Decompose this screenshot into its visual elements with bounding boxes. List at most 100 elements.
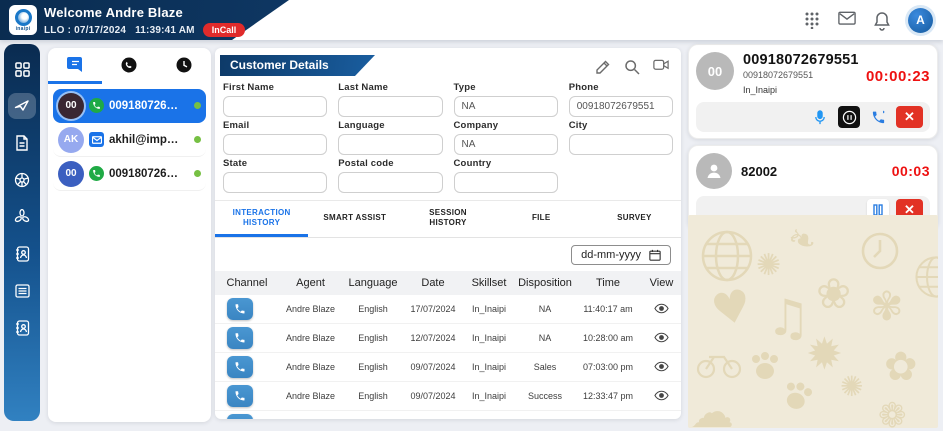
list-item-call-1[interactable]: 00 009180726… xyxy=(53,89,206,123)
flower-doodle-icon: ❀ xyxy=(816,269,852,318)
view-button[interactable] xyxy=(654,332,669,343)
end-call-button[interactable]: ✕ xyxy=(896,106,923,128)
language-input[interactable] xyxy=(338,134,443,155)
postal-code-input[interactable] xyxy=(338,172,443,193)
incall-badge: InCall xyxy=(202,23,246,37)
avatar: AK xyxy=(58,126,84,153)
search-icon[interactable] xyxy=(624,59,640,75)
sidebar-item-documents-icon[interactable] xyxy=(8,130,36,156)
tab-file[interactable]: FILE xyxy=(495,201,588,237)
sidebar-item-dashboard-icon[interactable] xyxy=(8,56,36,82)
user-avatar[interactable]: A xyxy=(908,7,933,33)
last-name-input[interactable] xyxy=(338,96,443,117)
calendar-icon xyxy=(649,249,661,261)
tab-whatsapp[interactable] xyxy=(102,48,156,84)
avatar: 00 xyxy=(58,160,84,187)
call-card-primary: 00 00918072679551 00918072679551 In_Inai… xyxy=(688,44,938,139)
field-language: Language xyxy=(338,120,443,155)
tab-interaction-history[interactable]: INTERACTION HISTORY xyxy=(215,201,309,237)
transfer-call-button[interactable] xyxy=(867,106,889,128)
list-item-email[interactable]: AK akhil@imp… xyxy=(53,123,206,157)
mute-button[interactable] xyxy=(809,106,831,128)
col-agent: Agent xyxy=(279,271,342,295)
presence-dot xyxy=(194,170,201,177)
active-calls-panel: 00 00918072679551 00918072679551 In_Inai… xyxy=(688,44,938,428)
list-item-label: 009180726… xyxy=(109,167,179,180)
chat-icon xyxy=(66,57,84,72)
sidebar-item-directory-icon[interactable] xyxy=(8,315,36,341)
email-input[interactable] xyxy=(223,134,328,155)
tab-chat[interactable] xyxy=(48,48,103,84)
col-date: Date xyxy=(404,271,462,295)
caller-number-sub: 00918072679551 xyxy=(743,70,814,80)
view-button[interactable] xyxy=(654,390,669,401)
sidebar-item-reports-icon[interactable] xyxy=(8,278,36,304)
date-filter-input[interactable]: dd-mm-yyyy xyxy=(571,245,671,265)
caller-number: 00918072679551 xyxy=(743,52,859,68)
tab-call-history[interactable] xyxy=(157,48,211,84)
nav-sidebar xyxy=(4,44,40,421)
table-row-clipped xyxy=(215,410,681,419)
first-name-input[interactable] xyxy=(223,96,328,117)
tab-smart-assist[interactable]: SMART ASSIST xyxy=(308,201,401,237)
date-placeholder: dd-mm-yyyy xyxy=(581,249,641,261)
petal-doodle-icon: ✾ xyxy=(870,284,904,330)
flower-doodle-icon: ❁ xyxy=(878,396,907,428)
mail-icon[interactable] xyxy=(838,11,856,29)
list-item-label: 009180726… xyxy=(109,99,179,112)
caller-avatar xyxy=(696,153,732,189)
field-first-name: First Name xyxy=(223,82,328,117)
burst-doodle-icon: ✺ xyxy=(756,248,782,283)
detail-tabs: INTERACTION HISTORY SMART ASSIST SESSION… xyxy=(215,201,681,238)
channel-call-button[interactable] xyxy=(227,385,253,407)
view-button[interactable] xyxy=(654,361,669,372)
splat-doodle-icon: ✿ xyxy=(884,344,918,390)
field-company: Company xyxy=(453,120,558,155)
edit-icon[interactable] xyxy=(595,59,611,75)
presence-dot xyxy=(194,136,201,143)
field-phone: Phone xyxy=(568,82,673,117)
globe-doodle-icon xyxy=(701,230,753,282)
field-state: State xyxy=(223,158,328,193)
channel-call-button[interactable] xyxy=(227,327,253,349)
col-disposition: Disposition xyxy=(516,271,574,295)
call-actions-bar: ✕ xyxy=(696,102,930,132)
state-input[interactable] xyxy=(223,172,328,193)
tab-survey[interactable]: SURVEY xyxy=(588,201,681,237)
field-type: Type xyxy=(453,82,558,117)
app-logo[interactable]: inaipi xyxy=(9,5,37,35)
sidebar-item-web-icon[interactable] xyxy=(8,167,36,193)
interaction-list-panel: 00 009180726… AK akhil@imp… 00 009180726… xyxy=(48,48,211,422)
channel-call-button[interactable] xyxy=(227,356,253,378)
caller-avatar: 00 xyxy=(696,52,734,90)
call-skillset: In_Inaipi xyxy=(743,85,778,95)
video-call-icon[interactable] xyxy=(653,59,669,75)
tab-session-history[interactable]: SESSION HISTORY xyxy=(401,201,494,237)
sidebar-item-contacts-icon[interactable] xyxy=(8,241,36,267)
country-input[interactable] xyxy=(453,172,558,193)
company-input[interactable] xyxy=(453,134,558,155)
channel-call-button[interactable] xyxy=(227,414,253,419)
col-time: Time xyxy=(574,271,642,295)
sidebar-item-hub-icon[interactable] xyxy=(8,204,36,230)
panel-title: Customer Details xyxy=(220,55,375,76)
bell-icon[interactable] xyxy=(873,11,891,31)
col-language: Language xyxy=(342,271,404,295)
list-item-call-2[interactable]: 00 009180726… xyxy=(53,157,206,191)
sidebar-item-dialer-icon[interactable] xyxy=(8,93,36,119)
avatar: 00 xyxy=(58,92,84,119)
channel-call-button[interactable] xyxy=(227,298,253,320)
paw-doodle-icon xyxy=(752,352,778,379)
city-input[interactable] xyxy=(568,134,673,155)
view-button[interactable] xyxy=(654,303,669,314)
phone-input[interactable] xyxy=(568,96,673,117)
table-row: Andre Blaze English 12/07/2024 In_Inaipi… xyxy=(215,323,681,353)
interaction-history-table: Channel Agent Language Date Skillset Dis… xyxy=(215,271,681,419)
field-last-name: Last Name xyxy=(338,82,443,117)
hold-button[interactable] xyxy=(838,106,860,128)
type-input[interactable] xyxy=(453,96,558,117)
dialpad-icon[interactable] xyxy=(803,11,821,29)
paw-doodle-icon xyxy=(786,382,813,409)
col-channel: Channel xyxy=(215,271,279,295)
email-channel-icon xyxy=(89,132,104,147)
